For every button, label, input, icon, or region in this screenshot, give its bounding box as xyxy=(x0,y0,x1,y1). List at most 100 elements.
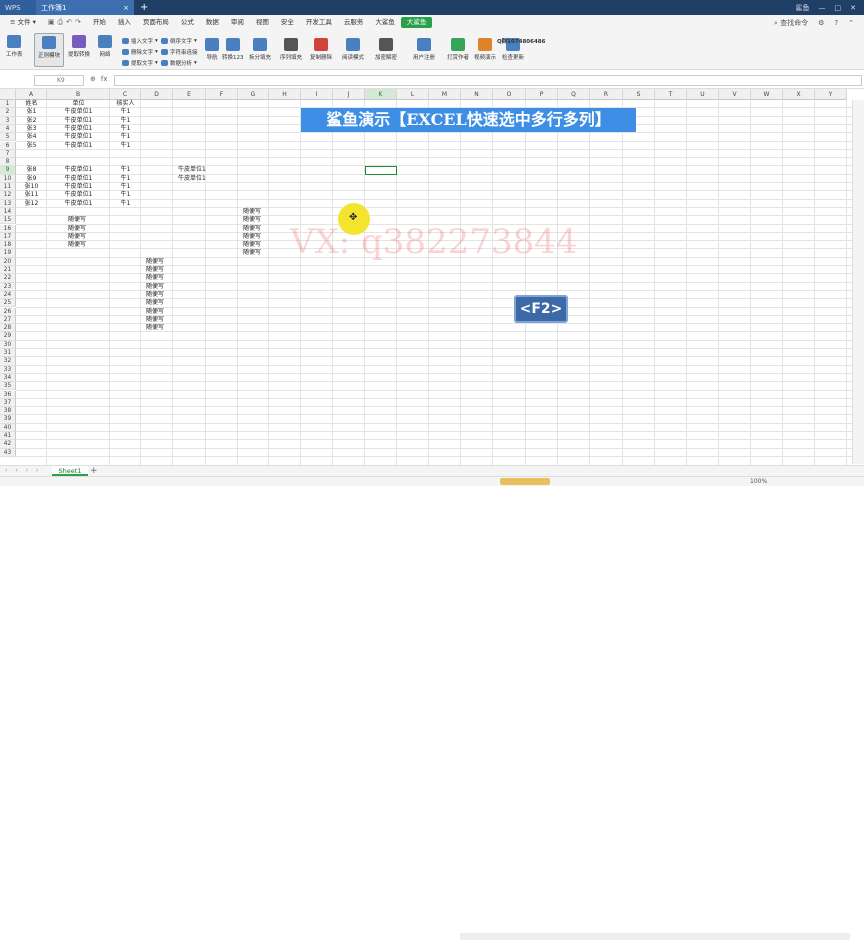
cell-B16[interactable]: 随便写 xyxy=(48,225,109,233)
row-header-42[interactable]: 42 xyxy=(0,440,16,449)
row-header-6[interactable]: 6 xyxy=(0,141,16,150)
column-header-T[interactable]: T xyxy=(655,89,687,100)
sequence-fill-button[interactable]: 序列填充 xyxy=(280,38,302,61)
cell-C13[interactable]: 牛1 xyxy=(111,200,140,208)
menu-insert[interactable]: 插入 xyxy=(112,15,137,30)
cell-A9[interactable]: 张8 xyxy=(17,166,46,174)
encrypt-decrypt-button[interactable]: 加密解密 xyxy=(375,38,397,61)
row-header-1[interactable]: 1 xyxy=(0,100,16,109)
row-header-7[interactable]: 7 xyxy=(0,149,16,159)
status-shortcut-icons[interactable] xyxy=(500,478,550,485)
row-header-31[interactable]: 31 xyxy=(0,349,16,358)
insert-text-button[interactable]: 插入文字 ▾ xyxy=(122,37,158,45)
column-header-W[interactable]: W xyxy=(751,89,783,100)
cell-B5[interactable]: 牛皮单位1 xyxy=(48,133,109,141)
menu-review[interactable]: 审阅 xyxy=(225,15,250,30)
row-header-5[interactable]: 5 xyxy=(0,133,16,142)
close-tab-icon[interactable]: × xyxy=(123,4,129,12)
row-header-39[interactable]: 39 xyxy=(0,415,16,424)
row-header-43[interactable]: 43 xyxy=(0,448,16,457)
row-header-16[interactable]: 16 xyxy=(0,224,16,233)
cell-E9[interactable]: 牛皮单位1 xyxy=(174,166,206,174)
cell-C12[interactable]: 牛1 xyxy=(111,191,140,199)
cell-B2[interactable]: 牛皮单位1 xyxy=(48,108,109,116)
column-header-B[interactable]: B xyxy=(47,89,110,100)
cell-D22[interactable]: 随便写 xyxy=(142,274,172,282)
redo-icon[interactable]: ↷ xyxy=(75,18,81,27)
cell-G19[interactable]: 随便写 xyxy=(239,249,268,257)
collapse-ribbon-icon[interactable]: ⌃ xyxy=(848,19,854,27)
menu-big-shark-active[interactable]: 大鲨鱼 xyxy=(400,17,433,28)
extract-convert-button[interactable]: 提取转换 xyxy=(68,35,90,58)
add-sheet-button[interactable]: + xyxy=(90,466,98,476)
cell-A3[interactable]: 张2 xyxy=(17,117,46,125)
column-header-K[interactable]: K xyxy=(365,89,397,100)
column-header-L[interactable]: L xyxy=(397,89,429,100)
menu-page-layout[interactable]: 页面布局 xyxy=(137,15,175,30)
column-header-X[interactable]: X xyxy=(783,89,815,100)
network-button[interactable]: 网络 xyxy=(98,35,112,58)
row-header-10[interactable]: 10 xyxy=(0,174,16,183)
row-header-30[interactable]: 30 xyxy=(0,340,16,349)
sheet-nav-arrows[interactable]: ‹ ‹ › › xyxy=(5,467,41,474)
cell-C4[interactable]: 牛1 xyxy=(111,125,140,133)
cell-D24[interactable]: 随便写 xyxy=(142,291,172,299)
menu-file[interactable]: ≡ 文件 ▾ xyxy=(4,15,42,30)
cell-D28[interactable]: 随便写 xyxy=(142,324,172,332)
zoom-formula-icon[interactable]: ⊕ xyxy=(90,75,96,83)
help-icon[interactable]: ? xyxy=(834,19,838,27)
zoom-level[interactable]: 100% xyxy=(750,478,767,485)
cell-D23[interactable]: 随便写 xyxy=(142,283,172,291)
cell-B18[interactable]: 随便写 xyxy=(48,241,109,249)
cell-A2[interactable]: 张1 xyxy=(17,108,46,116)
row-header-27[interactable]: 27 xyxy=(0,315,16,325)
column-header-D[interactable]: D xyxy=(141,89,173,100)
cell-G17[interactable]: 随便写 xyxy=(239,233,268,241)
copy-delete-button[interactable]: 复制删除 xyxy=(310,38,332,61)
column-header-Q[interactable]: Q xyxy=(558,89,590,100)
document-tab[interactable]: 工作簿1 × xyxy=(36,0,134,15)
row-header-8[interactable]: 8 xyxy=(0,158,16,167)
row-header-21[interactable]: 21 xyxy=(0,266,16,275)
convert-123-button[interactable]: 转换123 xyxy=(222,38,244,61)
row-header-41[interactable]: 41 xyxy=(0,432,16,441)
data-analysis-button[interactable]: 数据分析 ▾ xyxy=(161,59,197,67)
sheet-tab-sheet1[interactable]: Sheet1 xyxy=(52,466,88,476)
cell-G14[interactable]: 随便写 xyxy=(239,208,268,216)
formula-input[interactable] xyxy=(114,75,862,86)
undo-icon[interactable]: ↶ xyxy=(66,18,72,27)
minimize-button[interactable]: — xyxy=(819,4,826,12)
column-header-Y[interactable]: Y xyxy=(815,89,847,100)
row-header-33[interactable]: 33 xyxy=(0,365,16,374)
row-header-32[interactable]: 32 xyxy=(0,357,16,366)
fx-icon[interactable]: fx xyxy=(101,75,108,83)
row-header-2[interactable]: 2 xyxy=(0,108,16,117)
menu-security[interactable]: 安全 xyxy=(275,15,300,30)
cell-C10[interactable]: 牛1 xyxy=(111,175,140,183)
row-header-18[interactable]: 18 xyxy=(0,241,16,250)
cell-C2[interactable]: 牛1 xyxy=(111,108,140,116)
search-command[interactable]: ⌕ 查找命令 xyxy=(774,18,808,28)
cell-C9[interactable]: 牛1 xyxy=(111,166,140,174)
row-header-23[interactable]: 23 xyxy=(0,282,16,291)
user-name[interactable]: 鲨鱼 xyxy=(796,3,810,13)
row-header-29[interactable]: 29 xyxy=(0,332,16,341)
cell-C3[interactable]: 牛1 xyxy=(111,117,140,125)
read-mode-button[interactable]: 阅读模式 xyxy=(342,38,364,61)
print-icon[interactable]: ⎙ xyxy=(57,18,63,27)
menu-home[interactable]: 开始 xyxy=(87,15,112,30)
cell-A4[interactable]: 张3 xyxy=(17,125,46,133)
column-header-O[interactable]: O xyxy=(493,89,526,100)
menu-big-shark[interactable]: 大鲨鱼 xyxy=(369,15,401,30)
menu-view[interactable]: 视图 xyxy=(250,15,275,30)
cell-A10[interactable]: 张9 xyxy=(17,175,46,183)
cell-G16[interactable]: 随便写 xyxy=(239,225,268,233)
regex-module-button[interactable]: 正则模块 xyxy=(34,33,64,67)
row-header-24[interactable]: 24 xyxy=(0,290,16,300)
row-header-15[interactable]: 15 xyxy=(0,216,16,225)
reverse-text-button[interactable]: 倒序文字 ▾ xyxy=(161,37,197,45)
column-header-J[interactable]: J xyxy=(333,89,365,100)
spreadsheet-grid[interactable]: A B C D E F G H I J K L M N O P Q R S T U V W X Y 1 2 3 4 5 6 7 8 9 10 11 12… xyxy=(0,89,864,465)
cell-C6[interactable]: 牛1 xyxy=(111,142,140,150)
video-demo-button[interactable]: 视频演示 xyxy=(474,38,496,61)
